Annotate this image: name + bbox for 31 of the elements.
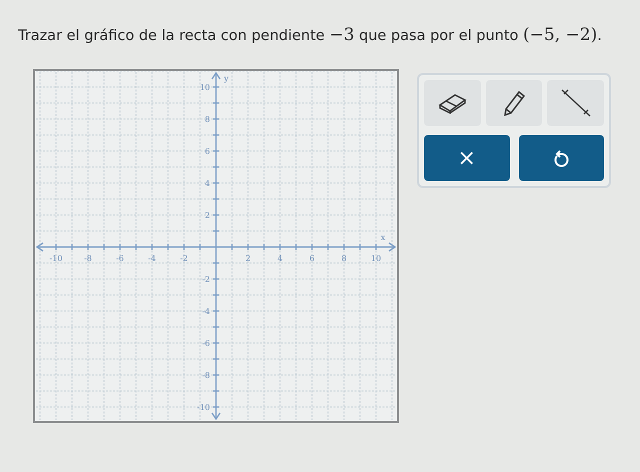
tick-label: 8 xyxy=(204,115,210,124)
tick-label: -6 xyxy=(116,254,124,263)
tick-label: -4 xyxy=(148,254,156,263)
tick-label: 6 xyxy=(204,147,210,156)
clear-button[interactable]: × xyxy=(424,135,510,181)
tick-label: -4 xyxy=(202,307,210,316)
line-tool-button[interactable] xyxy=(547,80,604,126)
eraser-tool-button[interactable] xyxy=(424,80,481,126)
tick-label: 2 xyxy=(245,254,251,263)
tick-label: 2 xyxy=(204,211,210,220)
tick-label: 6 xyxy=(309,254,315,263)
tick-label: 10 xyxy=(200,83,210,92)
tick-label: -8 xyxy=(84,254,92,263)
tick-label: 8 xyxy=(341,254,347,263)
tick-label: 4 xyxy=(204,179,210,188)
axis-label: x xyxy=(380,233,386,242)
pencil-tool-button[interactable] xyxy=(486,80,542,126)
tick-label: -10 xyxy=(50,254,62,263)
question-text: Trazar el gráfico de la recta con pendiente −3 que pasa por el punto (−5, −2). xyxy=(18,24,602,47)
tick-label: -6 xyxy=(202,339,210,348)
eraser-icon xyxy=(437,92,468,114)
tick-label: -2 xyxy=(180,254,188,263)
undo-button[interactable] xyxy=(518,135,604,181)
tick-label: -8 xyxy=(202,371,210,380)
axis-label: y xyxy=(224,74,229,83)
tick-label: 10 xyxy=(370,254,382,263)
undo-icon xyxy=(553,149,570,167)
tick-label: -2 xyxy=(202,275,210,284)
tick-label: 4 xyxy=(277,254,283,263)
tick-label: -10 xyxy=(197,403,210,412)
pencil-icon xyxy=(502,89,526,117)
